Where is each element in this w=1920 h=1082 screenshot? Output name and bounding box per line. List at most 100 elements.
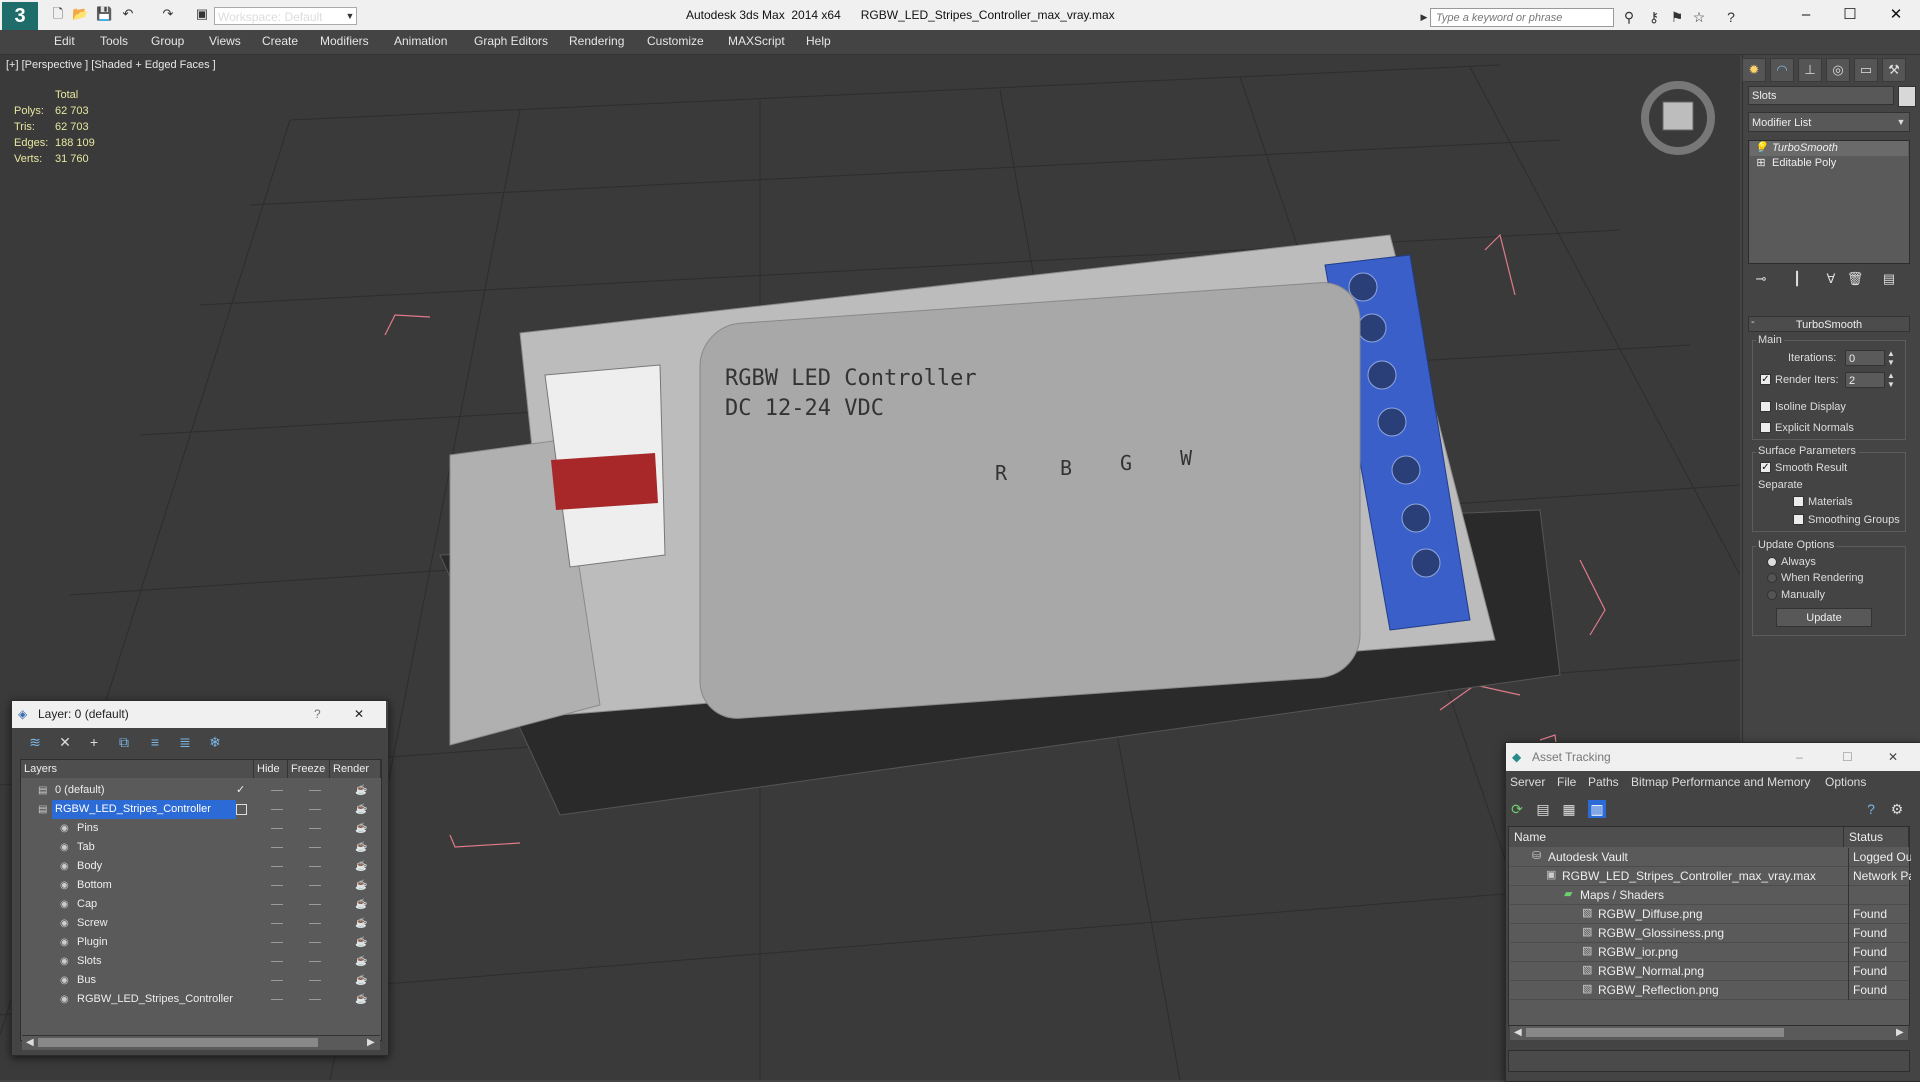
render-iters-checkbox[interactable]: ✓ [1760,374,1771,385]
column-header-status[interactable]: Status [1844,827,1909,847]
hide-toggle[interactable] [271,790,283,791]
menu-modifiers[interactable]: Modifiers [320,34,369,48]
freeze-toggle[interactable] [309,847,321,848]
freeze-toggle[interactable] [309,999,321,1000]
scrollbar-thumb[interactable] [1526,1028,1784,1037]
binoculars-icon[interactable]: ⚲ [1620,8,1638,26]
refresh-icon[interactable]: ⟳ [1508,800,1526,818]
highlight-layer-icon[interactable]: ≡ [146,733,164,751]
settings-icon[interactable]: ⚙ [1888,800,1906,818]
layer-row[interactable]: ◉ Cap ☕ [22,895,378,914]
layer-row[interactable]: ◉ RGBW_LED_Stripes_Controller ☕ [22,990,378,1009]
asset-menu-options[interactable]: Options [1825,775,1866,789]
asset-row[interactable]: ⛁ Autodesk Vault Logged Out [1510,848,1911,867]
asset-row[interactable]: ▧ RGBW_Glossiness.png Found [1510,924,1908,943]
asset-row[interactable]: ▣ RGBW_LED_Stripes_Controller_max_vray.ma… [1510,867,1911,886]
hide-toggle[interactable] [271,961,283,962]
subscription-icon[interactable]: ⚑ [1668,8,1686,26]
collapse-minus-icon[interactable]: - [1751,316,1755,328]
scroll-left-icon[interactable]: ◀ [1514,1027,1522,1038]
chevron-right-icon[interactable]: ▶ [1418,8,1430,27]
new-file-icon[interactable]: 🗋 [50,6,66,22]
menu-edit[interactable]: Edit [54,34,75,48]
layer-row[interactable]: ◉ Bottom ☕ [22,876,378,895]
render-teapot-icon[interactable]: ☕ [355,781,367,800]
scroll-right-icon[interactable]: ▶ [367,1037,375,1048]
freeze-toggle[interactable] [309,980,321,981]
column-header-name[interactable]: Name [1509,827,1844,847]
utilities-tab-icon[interactable]: ⚒ [1882,58,1906,82]
turbosmooth-rollout-title[interactable]: TurboSmooth [1748,316,1910,332]
viewcube-icon[interactable] [1641,81,1715,155]
motion-tab-icon[interactable]: ◎ [1826,58,1850,82]
stack-item-turbosmooth[interactable]: 💡 TurboSmooth [1750,141,1908,156]
layer-row[interactable]: ◉ Slots ☕ [22,952,378,971]
viewport-label[interactable]: [+] [Perspective ] [Shaded + Edged Faces… [6,59,216,71]
horizontal-scrollbar[interactable]: ◀ ▶ [1510,1026,1908,1040]
current-layer-checkbox[interactable] [236,804,247,815]
layer-row[interactable]: ◉ Body ☕ [22,857,378,876]
menu-help[interactable]: Help [806,34,831,48]
freeze-toggle[interactable] [309,809,321,810]
isoline-display-checkbox[interactable] [1760,401,1771,412]
layer-dialog-titlebar[interactable]: ◈ Layer: 0 (default) ? ✕ [12,701,386,728]
list-view-icon[interactable]: ▤ [1534,800,1552,818]
menu-graph-editors[interactable]: Graph Editors [474,34,548,48]
menu-customize[interactable]: Customize [647,34,704,48]
workspace-dropdown[interactable]: Workspace: Default [214,7,357,25]
asset-row[interactable]: ▧ RGBW_Diffuse.png Found [1510,905,1908,924]
object-name-field[interactable]: Slots [1748,86,1894,105]
always-radio[interactable] [1767,557,1777,567]
remove-modifier-icon[interactable]: 🗑 [1846,270,1864,288]
hide-toggle[interactable] [271,999,283,1000]
render-teapot-icon[interactable]: ☕ [355,838,367,857]
freeze-toggle[interactable] [309,904,321,905]
iterations-spinner[interactable]: 0 [1845,350,1885,366]
pin-stack-icon[interactable]: ⊸ [1752,270,1770,288]
table-view-icon[interactable]: ▥ [1588,800,1606,818]
menu-animation[interactable]: Animation [394,34,447,48]
menu-create[interactable]: Create [262,34,298,48]
menu-tools[interactable]: Tools [100,34,128,48]
asset-row[interactable]: ▧ RGBW_Reflection.png Found [1510,981,1908,1000]
help-icon[interactable]: ? [1862,800,1880,818]
render-teapot-icon[interactable]: ☕ [355,800,367,819]
freeze-toggle[interactable] [309,923,321,924]
menu-views[interactable]: Views [209,34,241,48]
column-header-render[interactable]: Render [330,760,381,778]
render-teapot-icon[interactable]: ☕ [355,990,367,1009]
column-header-freeze[interactable]: Freeze [288,760,330,778]
scroll-left-icon[interactable]: ◀ [26,1037,34,1048]
when-rendering-radio[interactable] [1767,573,1777,583]
show-end-result-icon[interactable]: ┃ [1788,270,1806,288]
save-icon[interactable]: 💾 [96,6,112,22]
freeze-all-icon[interactable]: ❄ [206,733,224,751]
close-button[interactable]: ✕ [1876,4,1916,26]
render-teapot-icon[interactable]: ☕ [355,895,367,914]
layer-row[interactable]: ◉ Screw ☕ [22,914,378,933]
close-button[interactable]: ✕ [1888,743,1898,771]
hide-toggle[interactable] [271,904,283,905]
update-button[interactable]: Update [1776,608,1872,627]
close-button[interactable]: ✕ [354,701,364,728]
freeze-toggle[interactable] [309,866,321,867]
layer-row[interactable]: ◉ Tab ☕ [22,838,378,857]
menu-group[interactable]: Group [151,34,184,48]
hide-toggle[interactable] [271,942,283,943]
spinner-arrows-icon[interactable]: ▲ ▼ [1887,349,1895,367]
menu-rendering[interactable]: Rendering [569,34,624,48]
render-teapot-icon[interactable]: ☕ [355,857,367,876]
manually-radio[interactable] [1767,590,1777,600]
stack-item-editable-poly[interactable]: ⊞ Editable Poly [1750,156,1908,171]
app-menu-button[interactable]: 3 [2,2,38,30]
minimize-button[interactable]: – [1796,743,1803,771]
configure-sets-icon[interactable]: ▤ [1880,270,1898,288]
layer-row[interactable]: ◉ Pins ☕ [22,819,378,838]
explicit-normals-checkbox[interactable] [1760,422,1771,433]
menu-maxscript[interactable]: MAXScript [728,34,785,48]
asset-row[interactable]: ▧ RGBW_Normal.png Found [1510,962,1908,981]
render-teapot-icon[interactable]: ☕ [355,933,367,952]
render-iters-spinner[interactable]: 2 [1845,372,1885,388]
hide-all-icon[interactable]: ≣ [176,733,194,751]
layer-row[interactable]: ▤ 0 (default) ✓ ☕ [22,781,378,800]
